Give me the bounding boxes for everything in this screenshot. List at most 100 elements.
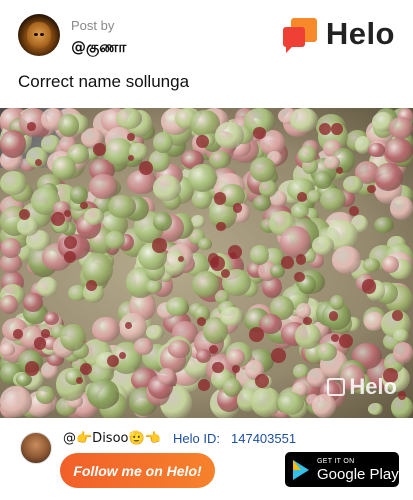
pod-seed [13,329,23,339]
tamarind-pod [167,339,190,358]
tamarind-pod [134,337,153,356]
google-play-badge[interactable]: GET IT ON Google Play [285,452,399,487]
tamarind-pod [158,368,176,385]
lion-eye [40,33,44,36]
get-it-on-label: GET IT ON [317,457,355,465]
tamarind-pod [146,324,164,341]
lion-image [27,22,51,50]
tamarind-pod [208,150,231,169]
pod-seed [63,210,71,218]
pod-seed [138,160,153,175]
pod-seed [198,379,210,391]
pod-seed [254,373,269,388]
tamarind-pod [197,238,213,250]
tamarind-pod [373,217,394,234]
pod-seed [367,184,376,194]
tamarind-pod [108,195,136,218]
tamarind-pod [392,341,413,364]
pod-seed [25,361,40,376]
pod-seed [127,154,135,161]
tamarind-pod [381,256,400,273]
pod-seed [303,316,312,326]
pod-seed [330,334,339,343]
tamarind-pod [342,175,363,194]
pod-seed [33,337,47,350]
pod-seed [64,251,77,263]
tamarind-pod [153,211,172,231]
tamarind-pod [0,294,19,314]
post-image: Helo [0,108,413,418]
pod-seed [248,326,264,342]
pod-seed [152,238,167,253]
tamarind-pod [59,323,86,352]
poster-avatar[interactable] [18,14,60,56]
tamarind-pod [44,312,59,326]
helo-watermark-icon [327,378,346,396]
tamarind-pod [290,202,309,219]
watermark-text: Helo [349,374,397,399]
post-header: Post by @குணா Helo [0,0,413,66]
follow-button[interactable]: Follow me on Helo! [60,453,215,488]
pod-seed [280,255,294,269]
pod-seed [216,221,226,232]
tamarind-pod [0,130,26,158]
tamarind-pod [319,187,347,211]
tamarind-pod [187,164,218,192]
pod-seed [253,126,266,140]
pod-seed [79,362,92,375]
tamarind-pod [294,322,321,350]
google-play-icon [293,459,309,480]
pod-seed [339,333,354,348]
tamarind-pod [279,226,312,259]
pod-seed [208,253,220,265]
tamarind-pod [105,230,126,250]
footer-avatar[interactable] [20,432,52,464]
helo-logo-icon [282,18,319,53]
tamarind-pod [146,279,162,293]
tamarind-pod [51,156,76,180]
poster-username[interactable]: @குணா [71,38,126,58]
post-by-label: Post by [71,18,115,33]
pod-seed [232,364,241,373]
tamarind-pod [250,156,277,182]
pod-seed [118,351,126,359]
tamarind-pod [289,108,318,132]
tamarind-pod [252,195,271,211]
pod-seed [331,123,343,135]
helo-brand: Helo [282,16,395,53]
pod-seed [212,362,224,374]
tamarind-pod [36,276,59,297]
tamarind-pod [0,170,27,195]
tamarind-pod [191,215,206,228]
helo-id-label: Helo ID: [173,431,220,446]
pod-seed [271,347,286,363]
helo-watermark: Helo [327,374,397,400]
google-play-label: Google Play [317,465,399,483]
pod-seed [295,253,307,265]
tamarind-pod [115,108,142,130]
tamarind-pod [389,196,413,221]
pod-seed [126,133,135,142]
pod-seed [232,203,243,214]
pod-seed [397,391,407,400]
post-footer: @👉Disoo🫡👈 Helo ID: 147403551 Follow me o… [0,418,413,500]
tamarind-pod [23,292,43,313]
tamarind-pod [332,245,362,274]
pod-seed [92,143,106,157]
tamarind-pod [368,403,383,416]
tamarind-pod [227,348,245,367]
tamarind-pod [91,316,120,342]
helo-id-value: 147403551 [231,431,297,446]
tamarind-pod [220,306,244,327]
post-caption: Correct name sollunga [18,72,190,91]
tamarind-pod [311,235,334,255]
footer-username[interactable]: @👉Disoo🫡👈 [63,431,161,446]
tamarind-pod [89,173,119,199]
tamarind-pod [314,171,332,189]
tamarind-pod [367,143,385,158]
tamarind-pod [222,377,241,398]
pod-seed [80,201,88,210]
tamarind-pod [57,114,80,137]
lion-eye [34,33,38,36]
pod-seed [348,205,359,216]
